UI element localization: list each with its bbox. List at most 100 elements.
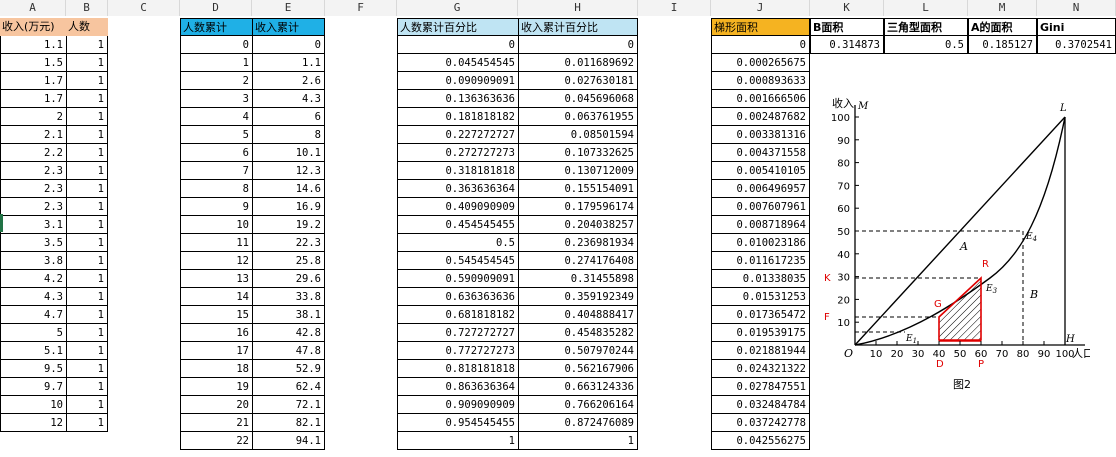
cell-count[interactable]: 1 — [66, 288, 108, 306]
cell-count[interactable]: 1 — [66, 180, 108, 198]
cell-count[interactable]: 1 — [66, 90, 108, 108]
cell-people-pct[interactable]: 0.363636364 — [397, 180, 518, 198]
cell-income-cum[interactable]: 47.8 — [252, 342, 325, 360]
cell-count[interactable]: 1 — [66, 216, 108, 234]
cell-people-pct[interactable]: 0.318181818 — [397, 162, 518, 180]
cell-count[interactable]: 1 — [66, 378, 108, 396]
cell-people-pct[interactable]: 0.727272727 — [397, 324, 518, 342]
cell-count[interactable]: 1 — [66, 72, 108, 90]
cell-income[interactable]: 1.7 — [0, 72, 66, 90]
cell-count[interactable]: 1 — [66, 270, 108, 288]
cell-people-pct[interactable]: 0.272727273 — [397, 144, 518, 162]
cell-trapezoid-area[interactable]: 0.024321322 — [711, 360, 810, 378]
column-header-g[interactable]: G — [397, 0, 518, 16]
cell-income[interactable]: 2.3 — [0, 198, 66, 216]
cell-income-cum[interactable]: 8 — [252, 126, 325, 144]
cell-trapezoid-area[interactable]: 0.002487682 — [711, 108, 810, 126]
cell-income[interactable]: 4.7 — [0, 306, 66, 324]
column-header-d[interactable]: D — [180, 0, 252, 16]
cell-people-pct[interactable]: 0.636363636 — [397, 288, 518, 306]
cell-income[interactable]: 5.1 — [0, 342, 66, 360]
cell-trapezoid-area[interactable]: 0.000893633 — [711, 72, 810, 90]
cell-income-cum[interactable]: 16.9 — [252, 198, 325, 216]
cell-income[interactable]: 3.1 — [0, 216, 66, 234]
cell-people-pct[interactable]: 0.409090909 — [397, 198, 518, 216]
cell-trapezoid-area[interactable]: 0.019539175 — [711, 324, 810, 342]
cell-people-pct[interactable]: 0.863636364 — [397, 378, 518, 396]
cell-people-pct[interactable]: 1 — [397, 432, 518, 450]
header-gini[interactable]: Gini — [1037, 18, 1116, 36]
cell-people-pct[interactable]: 0 — [397, 36, 518, 54]
cell-count[interactable]: 1 — [66, 396, 108, 414]
cell-trapezoid-area[interactable]: 0.008718964 — [711, 216, 810, 234]
cell-trapezoid-area[interactable]: 0.037242778 — [711, 414, 810, 432]
cell-people-cum[interactable]: 12 — [180, 252, 252, 270]
cell-trapezoid-area[interactable]: 0.011617235 — [711, 252, 810, 270]
cell-income-cum[interactable]: 22.3 — [252, 234, 325, 252]
header-people-pct[interactable]: 人数累计百分比 — [397, 18, 518, 36]
cell-people-cum[interactable]: 21 — [180, 414, 252, 432]
cell-income-cum[interactable]: 25.8 — [252, 252, 325, 270]
column-header-l[interactable]: L — [884, 0, 968, 16]
cell-people-pct[interactable]: 0.227272727 — [397, 126, 518, 144]
cell-income-cum[interactable]: 52.9 — [252, 360, 325, 378]
cell-people-cum[interactable]: 17 — [180, 342, 252, 360]
cell-income-pct[interactable]: 0.011689692 — [518, 54, 638, 72]
cell-income-pct[interactable]: 0.31455898 — [518, 270, 638, 288]
column-header-e[interactable]: E — [252, 0, 325, 16]
cell-people-pct[interactable]: 0.5 — [397, 234, 518, 252]
column-header-k[interactable]: K — [810, 0, 884, 16]
column-header-f[interactable]: F — [325, 0, 397, 16]
header-count[interactable]: 人数 — [66, 18, 108, 36]
cell-people-pct[interactable]: 0.136363636 — [397, 90, 518, 108]
cell-income-pct[interactable]: 0.507970244 — [518, 342, 638, 360]
cell-count[interactable]: 1 — [66, 324, 108, 342]
cell-income-pct[interactable]: 0.766206164 — [518, 396, 638, 414]
column-header-j[interactable]: J — [711, 0, 810, 16]
cell-income-pct[interactable]: 0.063761955 — [518, 108, 638, 126]
cell-people-pct[interactable]: 0.545454545 — [397, 252, 518, 270]
cell-income[interactable]: 9.5 — [0, 360, 66, 378]
cell-income-pct[interactable]: 0.027630181 — [518, 72, 638, 90]
cell-income-pct[interactable]: 0 — [518, 36, 638, 54]
cell-people-pct[interactable]: 0.045454545 — [397, 54, 518, 72]
cell-trapezoid-area[interactable]: 0.004371558 — [711, 144, 810, 162]
cell-income-cum[interactable]: 38.1 — [252, 306, 325, 324]
cell-income-pct[interactable]: 0.404888417 — [518, 306, 638, 324]
cell-income-cum[interactable]: 33.8 — [252, 288, 325, 306]
column-header-h[interactable]: H — [518, 0, 638, 16]
cell-income-cum[interactable]: 1.1 — [252, 54, 325, 72]
cell-people-cum[interactable]: 3 — [180, 90, 252, 108]
cell-trapezoid-area[interactable]: 0.003381316 — [711, 126, 810, 144]
cell-income-cum[interactable]: 14.6 — [252, 180, 325, 198]
cell-count[interactable]: 1 — [66, 162, 108, 180]
cell-income[interactable]: 2.3 — [0, 162, 66, 180]
cell-people-pct[interactable]: 0.772727273 — [397, 342, 518, 360]
cell-income-pct[interactable]: 0.236981934 — [518, 234, 638, 252]
cell-count[interactable]: 1 — [66, 108, 108, 126]
cell-people-cum[interactable]: 6 — [180, 144, 252, 162]
cell-people-pct[interactable]: 0.681818182 — [397, 306, 518, 324]
cell-count[interactable]: 1 — [66, 414, 108, 432]
cell-income-pct[interactable]: 0.562167906 — [518, 360, 638, 378]
cell-income[interactable]: 4.3 — [0, 288, 66, 306]
cell-people-cum[interactable]: 14 — [180, 288, 252, 306]
cell-trapezoid-area[interactable]: 0.001666506 — [711, 90, 810, 108]
cell-trapezoid-area[interactable]: 0.017365472 — [711, 306, 810, 324]
cell-people-cum[interactable]: 15 — [180, 306, 252, 324]
cell-income[interactable]: 9.7 — [0, 378, 66, 396]
cell-income-pct[interactable]: 0.872476089 — [518, 414, 638, 432]
cell-count[interactable]: 1 — [66, 252, 108, 270]
cell-income-cum[interactable]: 94.1 — [252, 432, 325, 450]
cell-people-cum[interactable]: 22 — [180, 432, 252, 450]
cell-income-pct[interactable]: 0.155154091 — [518, 180, 638, 198]
cell-income-pct[interactable]: 0.663124336 — [518, 378, 638, 396]
cell-count[interactable]: 1 — [66, 342, 108, 360]
cell-income[interactable]: 1.5 — [0, 54, 66, 72]
cell-income[interactable]: 12 — [0, 414, 66, 432]
cell-people-cum[interactable]: 18 — [180, 360, 252, 378]
cell-people-cum[interactable]: 8 — [180, 180, 252, 198]
cell-people-pct[interactable]: 0.909090909 — [397, 396, 518, 414]
header-b-area[interactable]: B面积 — [810, 18, 884, 36]
cell-count[interactable]: 1 — [66, 36, 108, 54]
